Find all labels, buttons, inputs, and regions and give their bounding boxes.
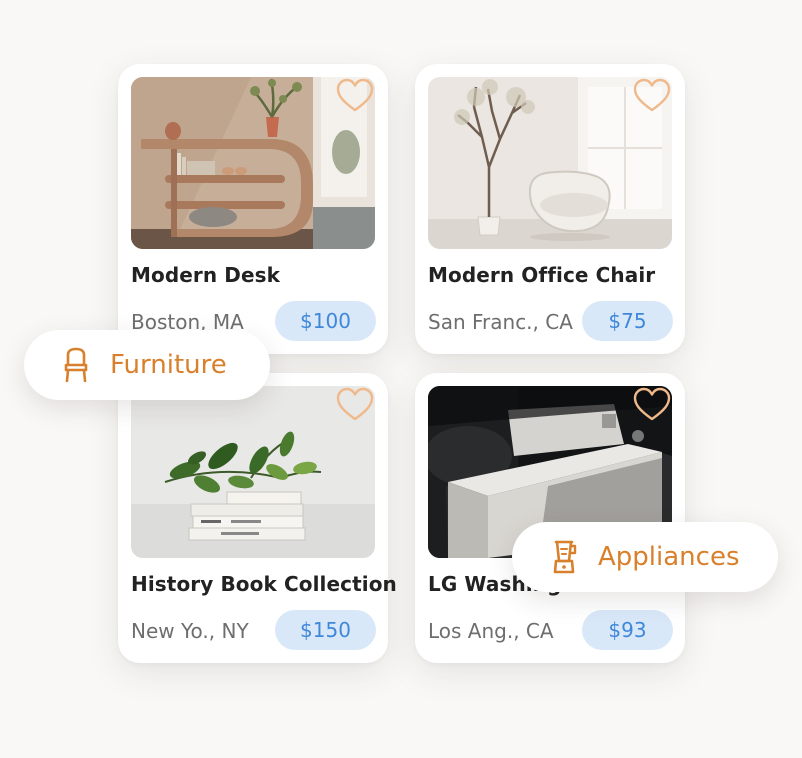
- chip-label: Furniture: [110, 350, 227, 380]
- listing-location: San Franc., CA: [428, 310, 573, 334]
- category-chip-furniture[interactable]: Furniture: [24, 330, 270, 400]
- heart-icon[interactable]: [336, 387, 374, 423]
- category-chip-appliances[interactable]: Appliances: [512, 522, 778, 592]
- price-badge: $75: [582, 301, 673, 341]
- listing-title: History Book Collection: [131, 572, 397, 596]
- heart-icon[interactable]: [633, 387, 671, 423]
- listing-card[interactable]: Modern Desk Boston, MA $100: [118, 64, 388, 354]
- price-badge: $93: [582, 610, 673, 650]
- listing-location: New Yo., NY: [131, 619, 249, 643]
- listing-title: Modern Desk: [131, 263, 281, 287]
- listing-card[interactable]: LG Washing Los Ang., CA $93: [415, 373, 685, 663]
- listing-card[interactable]: Modern Office Chair San Franc., CA $75: [415, 64, 685, 354]
- heart-icon[interactable]: [633, 78, 671, 114]
- listing-location: Los Ang., CA: [428, 619, 554, 643]
- listing-card[interactable]: History Book Collection New Yo., NY $150: [118, 373, 397, 663]
- price-badge: $100: [275, 301, 376, 341]
- listing-title: Modern Office Chair: [428, 263, 656, 287]
- heart-icon[interactable]: [336, 78, 374, 114]
- chair-icon: [64, 347, 88, 383]
- blender-icon: [553, 540, 577, 574]
- price-badge: $150: [275, 610, 376, 650]
- chip-label: Appliances: [598, 542, 740, 572]
